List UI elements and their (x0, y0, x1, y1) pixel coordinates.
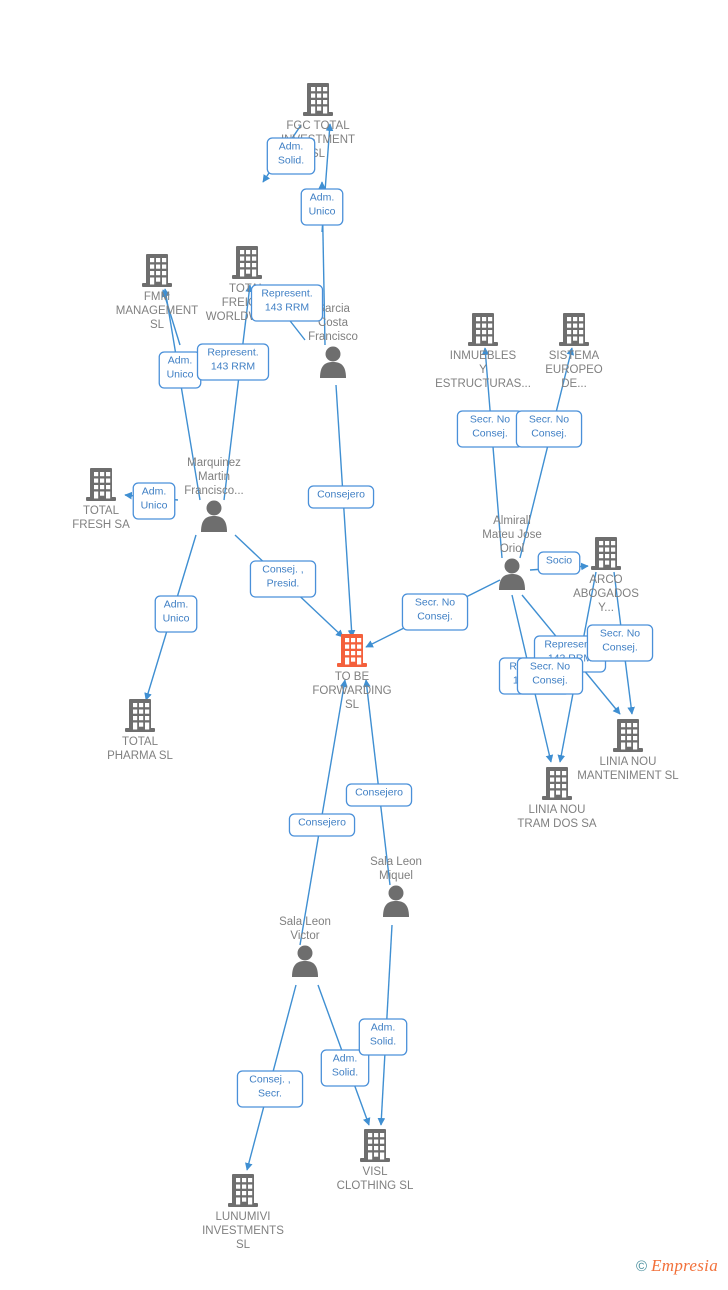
building-icon-windows (94, 472, 111, 499)
company-node-lunumivi[interactable]: LUNUMIVI INVESTMENTS SL (202, 1174, 284, 1251)
building-icon-windows (567, 317, 584, 344)
node-label: SISTEMA EUROPEO DE... (545, 350, 603, 390)
building-icon-windows (133, 703, 150, 730)
node-label: Almirall Mateu Jose Oriol (482, 515, 541, 555)
edge-garcia-to-tobe (335, 384, 356, 638)
node-label: LINIA NOU TRAM DOS SA (517, 804, 597, 830)
edge-label-garcia-tfw[interactable]: Represent. 143 RRM (250, 284, 324, 322)
building-icon-windows (236, 1178, 253, 1205)
edge-label-garcia-tobe[interactable]: Consejero (307, 485, 375, 509)
node-label: TOTAL PHARMA SL (107, 736, 173, 762)
node-label: ARCO ABOGADOS Y... (573, 574, 639, 614)
edge-label-almirall-sistema[interactable]: Secr. No Consej. (515, 410, 583, 448)
person-node-salamiquel[interactable]: Sala Leon Miquel (370, 856, 422, 917)
edge-label-arco-mantenim[interactable]: Secr. No Consej. (586, 624, 654, 662)
company-node-mantenim[interactable]: LINIA NOU MANTENIMENT SL (577, 719, 679, 782)
person-icon (383, 885, 409, 917)
company-node-sistema[interactable]: SISTEMA EUROPEO DE... (545, 313, 603, 390)
edge-label-salavictor-lunumivi[interactable]: Consej. , Secr. (236, 1070, 304, 1108)
building-icon-windows (345, 638, 362, 665)
node-label: LINIA NOU MANTENIMENT SL (577, 756, 679, 782)
edge-label-marquinez-fmm[interactable]: Adm. Unico (158, 351, 202, 389)
building-icon-windows (599, 541, 616, 568)
node-label: FMM MANAGEMENT SL (116, 291, 198, 331)
edge-salavictor-to-tobe (299, 679, 348, 946)
edge-label-text: Consejero (298, 817, 346, 829)
edge-label-garcia-fgc[interactable]: Adm. Unico (300, 188, 344, 226)
building-icon-windows (550, 771, 567, 798)
edge-label-marquinez-pharma[interactable]: Adm. Unico (154, 595, 198, 633)
node-label: Sala Leon Victor (279, 916, 331, 942)
relationship-graph: FGC TOTAL INVESTMENT SLFMM MANAGEMENT SLTOTA… (72, 83, 679, 1251)
edge-label-marquinez-tobe[interactable]: Consej. , Presid. (249, 560, 317, 598)
edge-label-salamiquel-visl[interactable]: Adm. Solid. (358, 1018, 408, 1056)
edge-label-salamiquel-tobe[interactable]: Consejero (345, 783, 413, 807)
company-node-arco[interactable]: ARCO ABOGADOS Y... (573, 537, 639, 614)
company-node-fresh[interactable]: TOTAL FRESH SA (72, 468, 130, 531)
node-label: Sala Leon Miquel (370, 856, 422, 882)
building-icon-windows (311, 87, 328, 114)
edge-salamiquel-to-tobe (362, 679, 391, 886)
edge-label-almirall-inmuebles[interactable]: Secr. No Consej. (456, 410, 524, 448)
building-icon-windows (476, 317, 493, 344)
building-icon-windows (368, 1133, 385, 1160)
person-node-salavictor[interactable]: Sala Leon Victor (279, 916, 331, 977)
edge-label-text: Consejero (355, 787, 403, 799)
building-icon-windows (621, 723, 638, 750)
person-node-almirall[interactable]: Almirall Mateu Jose Oriol (482, 515, 542, 590)
edge-label-arco-tramdos[interactable]: Secr. No Consej. (516, 657, 584, 695)
node-label: TO BE FORWARDING SL (312, 671, 391, 711)
person-node-marquinez[interactable]: Marquinez Martin Francisco... (184, 457, 244, 532)
company-node-inmuebles[interactable]: INMUEBLES Y ESTRUCTURAS... (435, 313, 531, 390)
person-icon (201, 500, 227, 532)
node-label: TOTAL FRESH SA (72, 505, 130, 531)
building-icon-windows (240, 250, 257, 277)
edge-label-text: Consejero (317, 489, 365, 501)
person-icon (292, 945, 318, 977)
person-icon (320, 346, 346, 378)
edge-labels-layer: Adm. Solid.Adm. UnicoAdm. UnicoRepresent. 14… (132, 137, 654, 1108)
company-node-fmm[interactable]: FMM MANAGEMENT SL (116, 254, 198, 331)
node-label: LUNUMIVI INVESTMENTS SL (202, 1211, 284, 1251)
edge-label-text: Socio (546, 555, 572, 567)
brand-name: Empresia (651, 1256, 718, 1275)
edge-label-marquinez-fresh[interactable]: Adm. Unico (132, 482, 176, 520)
person-icon (499, 558, 525, 590)
company-node-tobe[interactable]: TO BE FORWARDING SL (312, 634, 392, 711)
edge-label-tfw-fgc[interactable]: Adm. Solid. (266, 137, 316, 175)
node-label: Marquinez Martin Francisco... (184, 457, 243, 497)
watermark: © Empresia (636, 1256, 718, 1276)
edge-label-salavictor-tobe[interactable]: Consejero (288, 813, 356, 837)
edge-label-almirall-arco[interactable]: Socio (537, 551, 581, 575)
edge-label-marquinez-tfw[interactable]: Represent. 143 RRM (196, 343, 270, 381)
edge-label-almirall-tobe[interactable]: Secr. No Consej. (401, 593, 469, 631)
node-label: INMUEBLES Y ESTRUCTURAS... (435, 350, 531, 390)
edge-label-salavictor-visl[interactable]: Adm. Solid. (320, 1049, 370, 1087)
node-label: VISL CLOTHING SL (337, 1166, 414, 1192)
building-icon-windows (150, 258, 167, 285)
company-node-visl[interactable]: VISL CLOTHING SL (337, 1129, 414, 1192)
company-node-pharma[interactable]: TOTAL PHARMA SL (107, 699, 174, 762)
copyright-icon: © (636, 1257, 648, 1275)
